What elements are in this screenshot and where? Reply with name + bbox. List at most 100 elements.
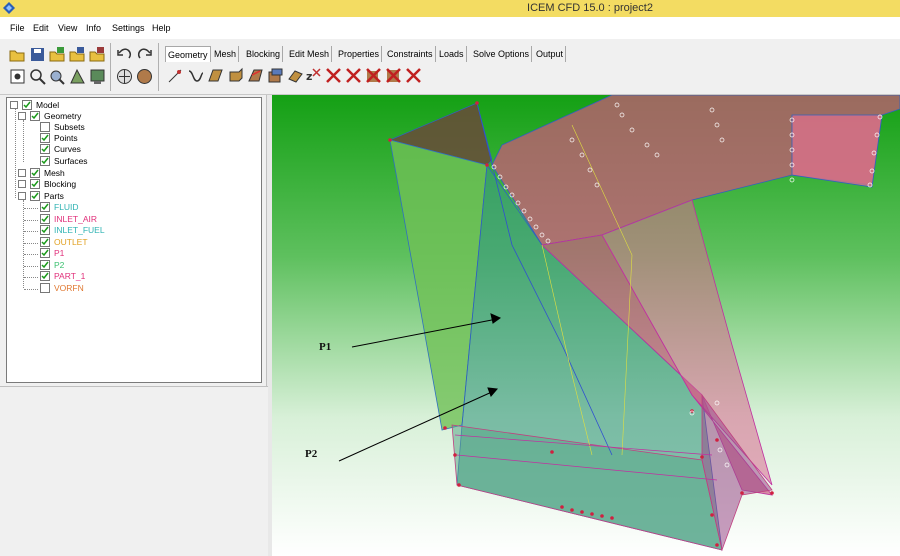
model-tree: Model Geometry Subsets Points Curves Sur… [6, 97, 262, 383]
menu-view[interactable]: View [58, 23, 77, 33]
tree-label-part: P2 [54, 259, 65, 270]
tree-label-part: P1 [54, 248, 65, 258]
tab-constraints[interactable]: Constraints [385, 46, 436, 62]
tree-connector [24, 265, 38, 267]
tree-connector [24, 288, 38, 290]
repair-icon[interactable] [247, 67, 264, 84]
tab-edit-mesh[interactable]: Edit Mesh [287, 46, 333, 62]
measure-icon[interactable] [49, 68, 66, 85]
graphics-viewport[interactable]: P1 P2 [272, 95, 900, 556]
create-curve-icon[interactable] [187, 67, 204, 84]
tree-label-blocking: Blocking [44, 179, 77, 189]
tree-label-subsets: Subsets [54, 122, 85, 132]
mesh-open-icon[interactable] [69, 46, 86, 63]
tab-output[interactable]: Output [534, 46, 567, 62]
delete-body-icon[interactable] [365, 67, 382, 84]
checkbox-checked-icon[interactable] [40, 271, 50, 281]
checkbox-checked-icon[interactable] [40, 144, 50, 154]
toolbar: Geometry Mesh Blocking Edit Mesh Propert… [0, 39, 900, 95]
menu-info[interactable]: Info [86, 23, 101, 33]
data-entry-panel [0, 386, 268, 556]
open-icon[interactable] [9, 46, 26, 63]
tree-label-mesh: Mesh [44, 168, 65, 178]
tree-connector [24, 219, 38, 221]
create-surface-icon[interactable] [207, 67, 224, 84]
tree-label-parts: Parts [44, 191, 64, 201]
delete-curve-icon[interactable] [325, 67, 342, 84]
checkbox-checked-icon[interactable] [40, 202, 50, 212]
tree-label-curves: Curves [54, 144, 81, 154]
window-title: ICEM CFD 15.0 : project2 [527, 2, 653, 14]
annotation-p2: P2 [305, 448, 318, 460]
display-icon[interactable] [89, 68, 106, 85]
menu-settings[interactable]: Settings [112, 23, 145, 33]
transform-icon[interactable] [267, 67, 284, 84]
checkbox-checked-icon[interactable] [40, 156, 50, 166]
checkbox-checked-icon[interactable] [40, 248, 50, 258]
model-geometry-view[interactable] [272, 95, 900, 556]
menu-help[interactable]: Help [152, 23, 171, 33]
tab-geometry[interactable]: Geometry [165, 46, 211, 62]
checkbox-checked-icon[interactable] [40, 213, 50, 224]
tab-solve-options[interactable]: Solve Options [471, 46, 533, 62]
expand-toggle[interactable] [18, 112, 26, 120]
tab-properties[interactable]: Properties [336, 46, 383, 62]
expand-toggle[interactable] [18, 192, 26, 200]
svg-text:z: z [306, 70, 312, 83]
checkbox-checked-icon[interactable] [40, 259, 50, 270]
title-bar: ICEM CFD 15.0 : project2 [0, 0, 900, 17]
checkbox-checked-icon[interactable] [30, 111, 40, 121]
checkbox-unchecked-icon[interactable] [40, 122, 50, 132]
tree-connector [24, 242, 38, 244]
menu-edit[interactable]: Edit [33, 23, 49, 33]
tree-connector [24, 254, 38, 255]
delete-all-icon[interactable] [405, 67, 422, 84]
geometry-open-icon[interactable] [49, 46, 66, 63]
icem-window: ICEM CFD 15.0 : project2 File Edit View … [0, 0, 900, 556]
shaded-icon[interactable] [116, 68, 133, 85]
probe-icon[interactable] [69, 68, 86, 85]
create-body-icon[interactable] [227, 67, 244, 84]
zoom-icon[interactable] [29, 68, 46, 85]
tree-label-part: OUTLET [54, 236, 88, 247]
blocking-open-icon[interactable] [89, 46, 106, 63]
tree-label-part: PART_1 [54, 271, 86, 281]
checkbox-checked-icon[interactable] [22, 100, 32, 110]
tree-label-part: VORFN [54, 282, 84, 293]
create-point-icon[interactable] [167, 67, 184, 84]
delete-point-icon[interactable]: z [305, 67, 322, 84]
fit-icon[interactable] [9, 68, 26, 85]
undo-icon[interactable] [116, 46, 133, 63]
expand-toggle[interactable] [18, 180, 26, 188]
tab-mesh[interactable]: Mesh [212, 46, 240, 62]
checkbox-checked-icon[interactable] [40, 133, 50, 143]
checkbox-checked-icon[interactable] [30, 191, 40, 201]
annotation-p1: P1 [319, 341, 332, 353]
redo-icon[interactable] [136, 46, 153, 63]
mesh-shaded-icon[interactable] [136, 68, 153, 85]
expand-toggle[interactable] [10, 101, 18, 109]
tree-connector [24, 231, 38, 232]
checkbox-unchecked-icon[interactable] [40, 282, 50, 293]
restore-icon[interactable] [287, 67, 304, 84]
menu-bar: File Edit View Info Settings Help [0, 17, 900, 39]
tree-label-surfaces: Surfaces [54, 156, 88, 166]
expand-toggle[interactable] [18, 169, 26, 177]
tree-connector [24, 208, 38, 209]
duct-outlet-surface[interactable] [791, 114, 883, 188]
delete-surface-icon[interactable] [345, 67, 362, 84]
tab-blocking[interactable]: Blocking [244, 46, 284, 62]
delete-any-icon[interactable] [385, 67, 402, 84]
tab-loads[interactable]: Loads [437, 46, 467, 62]
checkbox-checked-icon[interactable] [30, 168, 40, 178]
save-icon[interactable] [29, 46, 46, 63]
tree-connector [24, 277, 38, 278]
checkbox-checked-icon[interactable] [40, 225, 50, 235]
tree-label-model: Model [36, 100, 60, 110]
checkbox-checked-icon[interactable] [40, 236, 50, 247]
tree-label-part: INLET_AIR [54, 213, 97, 224]
checkbox-checked-icon[interactable] [30, 179, 40, 189]
tree-label-geometry: Geometry [44, 111, 82, 121]
tree-label-part: INLET_FUEL [54, 225, 105, 235]
menu-file[interactable]: File [10, 23, 25, 33]
